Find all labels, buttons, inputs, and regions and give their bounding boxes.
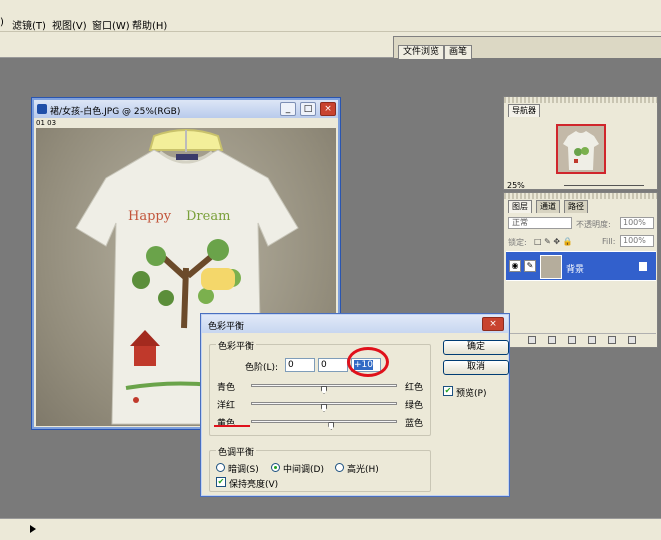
navigator-zoom-value[interactable]: 25% [507, 181, 525, 190]
slider-label-red: 红色 [405, 383, 424, 393]
preserve-luminosity-checkbox[interactable]: ✔ [216, 477, 226, 487]
dialog-title: 色彩平衡 [208, 322, 245, 332]
new-layer-icon[interactable] [608, 336, 616, 344]
color-balance-dialog: 色彩平衡 × 色彩平衡 色阶(L): 0 0 +10 青色 红色 洋红 绿色 黄… [200, 313, 510, 497]
dialog-title-bar[interactable]: 色彩平衡 × [202, 315, 508, 333]
menu-filter[interactable]: 滤镜(T) [12, 17, 46, 32]
group-label-balance: 色彩平衡 [216, 339, 257, 352]
blend-mode-select[interactable]: 正常 [508, 217, 572, 229]
trash-icon[interactable] [628, 336, 636, 344]
opacity-input[interactable]: 100% [620, 217, 654, 229]
group-label-tone: 色调平衡 [216, 445, 257, 458]
radio-shadows[interactable] [216, 463, 225, 472]
slider-label-blue: 蓝色 [405, 419, 424, 429]
minimize-icon[interactable]: _ [280, 102, 296, 116]
lock-icon [639, 262, 647, 271]
panel-grip[interactable] [504, 193, 657, 199]
slider-label-magenta: 洋红 [217, 401, 236, 411]
slider-label-yellow: 黄色 [217, 419, 236, 429]
new-set-icon[interactable] [568, 336, 576, 344]
layer-row-background[interactable]: ◉ ✎ 背景 [506, 251, 656, 281]
cancel-button[interactable]: 取消 [443, 360, 509, 375]
radio-label-midtones: 中间调(D) [283, 465, 324, 475]
annotation-underline [214, 425, 250, 427]
panel-grip[interactable] [504, 97, 657, 103]
layer-name: 背景 [566, 265, 585, 275]
menu-help[interactable]: 帮助(H) [132, 17, 167, 32]
play-arrow-icon[interactable] [30, 525, 36, 533]
palette-well: 文件浏览 画笔 [393, 36, 661, 59]
maximize-icon[interactable]: □ [300, 102, 316, 116]
layer-style-icon[interactable] [528, 336, 536, 344]
menu-view[interactable]: 视图(V) [52, 17, 87, 32]
radio-midtones[interactable] [271, 463, 280, 472]
preview-checkbox[interactable]: ✔ [443, 386, 453, 396]
brush-link-icon[interactable]: ✎ [524, 260, 536, 272]
navigator-preview-image [563, 131, 599, 170]
photoshop-doc-icon [37, 104, 47, 114]
levels-label: 色阶(L): [245, 363, 279, 373]
document-title: 裙/女孩-白色.JPG @ 25%(RGB) [50, 107, 181, 117]
levels-input-cyan-red[interactable]: 0 [285, 358, 315, 372]
navigator-panel: 导航器 25% [503, 96, 658, 190]
menu-window[interactable]: 窗口(W) [92, 17, 130, 32]
tab-paths[interactable]: 路径 [564, 200, 588, 213]
fill-input[interactable]: 100% [620, 235, 654, 247]
document-title-bar[interactable]: 裙/女孩-白色.JPG @ 25%(RGB) _ □ × [34, 100, 338, 118]
preview-label: 预览(P) [456, 389, 487, 399]
status-bar [0, 518, 661, 540]
radio-label-shadows: 暗调(S) [228, 465, 259, 475]
preserve-luminosity-label: 保持亮度(V) [229, 480, 279, 490]
slider-label-cyan: 青色 [217, 383, 236, 393]
annotation-circle [347, 347, 389, 377]
menu-edge: ) [0, 17, 4, 28]
document-status-strip: 01 03 [36, 119, 57, 127]
close-icon[interactable]: × [482, 317, 504, 331]
layers-panel: 图层 通道 路径 正常 不透明度: 100% 锁定: □ ✎ ✥ 🔒 Fill:… [503, 192, 658, 348]
tab-channels[interactable]: 通道 [536, 200, 560, 213]
svg-text:Happy: Happy [128, 209, 172, 224]
opacity-label: 不透明度: [576, 220, 611, 229]
lock-options-icons[interactable]: □ ✎ ✥ 🔒 [534, 237, 573, 246]
tab-file-browser[interactable]: 文件浏览 [398, 45, 445, 59]
radio-label-highlights: 高光(H) [347, 465, 379, 475]
navigator-thumbnail[interactable] [556, 124, 606, 174]
navigator-zoom-slider[interactable] [564, 185, 644, 186]
tab-navigator[interactable]: 导航器 [508, 104, 540, 117]
tab-layers[interactable]: 图层 [508, 200, 532, 213]
ok-button[interactable]: 确定 [443, 340, 509, 355]
slider-track-yellow-blue[interactable] [251, 420, 397, 423]
menu-bar: ) 滤镜(T) 视图(V) 窗口(W) 帮助(H) [0, 0, 661, 32]
close-icon[interactable]: × [320, 102, 336, 116]
eye-icon[interactable]: ◉ [509, 260, 521, 272]
tab-brushes[interactable]: 画笔 [444, 45, 473, 59]
layer-mask-icon[interactable] [548, 336, 556, 344]
layer-thumbnail [540, 255, 562, 279]
slider-label-green: 绿色 [405, 401, 424, 411]
radio-highlights[interactable] [335, 463, 344, 472]
lock-label: 锁定: [508, 238, 527, 247]
adjustment-layer-icon[interactable] [588, 336, 596, 344]
levels-input-magenta-green[interactable]: 0 [318, 358, 348, 372]
options-bar: 文件浏览 画笔 [0, 32, 661, 59]
layers-toolbar [506, 333, 656, 345]
fill-label: Fill: [602, 237, 616, 246]
svg-text:Dream: Dream [186, 209, 230, 224]
